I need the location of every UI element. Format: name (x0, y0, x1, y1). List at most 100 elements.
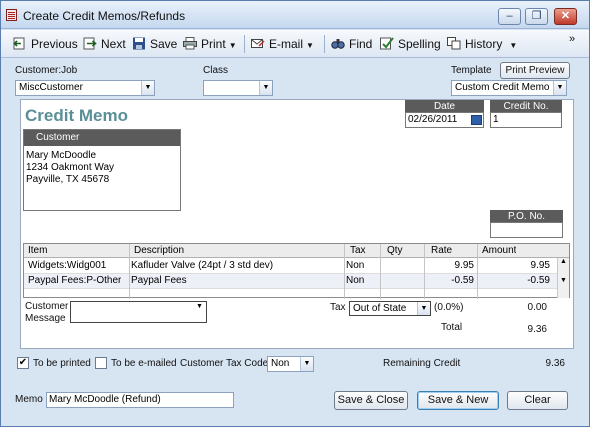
column-divider (424, 244, 425, 299)
customer-job-value: MiscCustomer (19, 82, 83, 93)
to-be-printed-checkbox[interactable]: ✔ (17, 357, 29, 369)
row-tax[interactable]: Non (346, 259, 364, 273)
column-header-qty: Qty (387, 245, 403, 256)
memo-field[interactable]: Mary McDoodle (Refund) (46, 392, 234, 408)
tax-amount: 0.00 (527, 302, 547, 313)
column-divider (477, 244, 478, 299)
row-qty[interactable] (382, 259, 422, 273)
customer-job-dropdown[interactable]: MiscCustomer ▼ (15, 80, 155, 96)
history-label: History (465, 37, 503, 51)
row-amount[interactable]: 9.95 (479, 259, 550, 273)
column-divider (344, 244, 345, 299)
save-new-button[interactable]: Save & New (417, 391, 499, 410)
remaining-credit-value: 9.36 (545, 358, 565, 369)
po-no-field[interactable] (490, 222, 563, 238)
email-dropdown-arrow[interactable]: ▼ (306, 41, 314, 50)
customer-tax-code-label: Customer Tax Code (180, 358, 269, 369)
column-header-description: Description (134, 245, 185, 256)
row-item[interactable]: Paypal Fees:P-Other (28, 274, 121, 288)
chevron-down-icon[interactable]: ▼ (417, 302, 430, 315)
chevron-down-icon[interactable]: ▼ (553, 81, 566, 95)
history-icon (447, 37, 461, 50)
chevron-down-icon[interactable]: ▼ (193, 302, 206, 312)
total-label: Total (441, 322, 463, 333)
customer-address-header: Customer (24, 130, 180, 146)
column-divider (380, 244, 381, 299)
column-header-amount: Amount (482, 245, 517, 256)
history-dropdown-arrow[interactable]: ▼ (509, 41, 517, 50)
class-dropdown[interactable]: ▼ (203, 80, 273, 96)
tax-value: Out of State (353, 303, 407, 314)
to-be-printed-label: To be printed (33, 358, 91, 369)
toolbar-separator (324, 35, 325, 53)
items-table: Item Description Tax Qty Rate Amount Wid… (23, 243, 570, 299)
customer-message-dropdown[interactable]: ▼ (70, 301, 207, 323)
form-title: Credit Memo (25, 106, 128, 125)
address-line: Mary McDoodle (26, 150, 97, 161)
row-tax[interactable]: Non (346, 274, 364, 288)
print-preview-button[interactable]: Print Preview (500, 62, 570, 79)
remaining-credit-label: Remaining Credit (383, 358, 461, 369)
row-item[interactable]: Widgets:Widg001 (28, 259, 106, 273)
email-icon (251, 39, 265, 48)
next-icon (83, 37, 97, 50)
customer-address-box[interactable]: Customer Mary McDoodle 1234 Oakmont Way … (23, 129, 181, 211)
tax-label: Tax (330, 302, 346, 313)
class-label: Class (203, 65, 229, 76)
address-line: Payville, TX 45678 (26, 174, 110, 185)
title-bar[interactable]: Create Credit Memos/Refunds – ❐ ✕ (1, 1, 589, 29)
print-dropdown-arrow[interactable]: ▼ (229, 41, 237, 50)
close-button[interactable]: ✕ (554, 8, 577, 25)
scroll-down-arrow[interactable]: ▼ (558, 277, 569, 284)
row-qty[interactable] (382, 274, 422, 288)
restore-button[interactable]: ❐ (525, 8, 548, 25)
print-button[interactable]: Print ▼ (183, 35, 237, 53)
customer-tax-code-dropdown[interactable]: Non ▼ (267, 356, 314, 372)
previous-label: Previous (31, 37, 78, 51)
clear-button[interactable]: Clear (507, 391, 568, 410)
template-value: Custom Credit Memo (455, 82, 550, 93)
toolbar-separator (244, 35, 245, 53)
chevron-down-icon[interactable]: ▼ (259, 81, 272, 95)
printer-icon (183, 37, 197, 50)
row-rate[interactable]: -0.59 (424, 274, 474, 288)
column-header-tax: Tax (350, 245, 366, 256)
chevron-down-icon[interactable]: ▼ (141, 81, 154, 95)
history-button[interactable]: History ▼ (447, 35, 517, 53)
total-amount: 9.36 (527, 324, 547, 335)
credit-memo-window: Create Credit Memos/Refunds – ❐ ✕ Previo… (0, 0, 590, 427)
to-be-emailed-label: To be e-mailed (111, 358, 177, 369)
credit-no-field[interactable]: 1 (490, 112, 562, 128)
spell-check-icon (380, 37, 394, 50)
to-be-emailed-checkbox[interactable] (95, 357, 107, 369)
window-title: Create Credit Memos/Refunds (23, 9, 186, 23)
row-rate[interactable]: 9.95 (424, 259, 474, 273)
save-button[interactable]: Save (132, 35, 177, 53)
customer-job-label: Customer:Job (15, 65, 78, 76)
row-description[interactable]: Paypal Fees (131, 274, 187, 288)
save-close-button[interactable]: Save & Close (334, 391, 408, 410)
find-label: Find (349, 37, 373, 51)
chevron-down-icon[interactable]: ▼ (300, 357, 313, 371)
previous-button[interactable]: Previous (13, 35, 78, 53)
column-divider (129, 244, 130, 299)
email-button[interactable]: E-mail ▼ (251, 35, 314, 53)
row-amount[interactable]: -0.59 (479, 274, 550, 288)
credit-memo-form: Credit Memo Date 02/26/2011 Credit No. 1… (20, 99, 574, 349)
row-description[interactable]: Kafluder Valve (24pt / 3 std dev) (131, 259, 273, 273)
calendar-icon[interactable] (471, 115, 482, 125)
tax-rate: (0.0%) (434, 302, 464, 313)
scroll-up-arrow[interactable]: ▲ (558, 258, 569, 265)
minimize-button[interactable]: – (498, 8, 521, 25)
next-button[interactable]: Next (83, 35, 126, 53)
print-label: Print (201, 37, 226, 51)
date-field[interactable]: 02/26/2011 (405, 112, 484, 128)
items-scrollbar[interactable]: ▲ ▼ (557, 258, 569, 298)
toolbar-overflow-button[interactable]: » (569, 30, 575, 48)
spelling-button[interactable]: Spelling (380, 35, 441, 53)
save-label: Save (150, 37, 178, 51)
find-button[interactable]: Find (331, 35, 372, 53)
tax-dropdown[interactable]: Out of State ▼ (349, 301, 431, 316)
address-line: 1234 Oakmont Way (26, 162, 115, 173)
template-dropdown[interactable]: Custom Credit Memo ▼ (451, 80, 567, 96)
